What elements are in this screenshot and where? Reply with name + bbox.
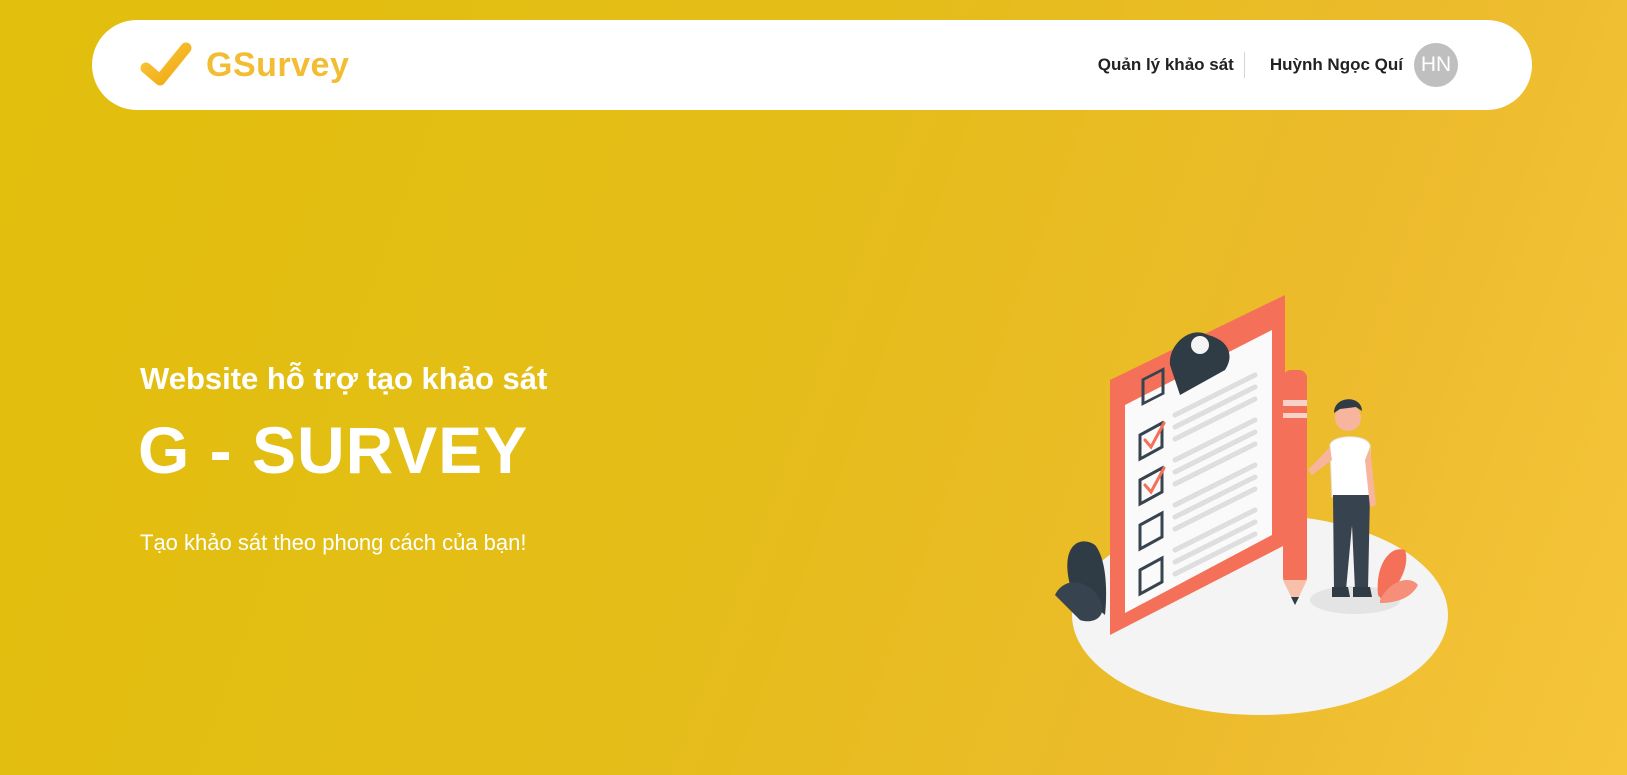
- user-name[interactable]: Huỳnh Ngọc Quí: [1270, 55, 1403, 75]
- survey-clipboard-illustration: [1055, 295, 1448, 715]
- hero-subtitle: Website hỗ trợ tạo khảo sát: [140, 361, 548, 396]
- nav-right-group: Quản lý khảo sát Huỳnh Ngọc Quí HN: [1098, 42, 1458, 88]
- survey-management-link[interactable]: Quản lý khảo sát: [1098, 52, 1245, 78]
- hero-tagline: Tạo khảo sát theo phong cách của bạn!: [140, 530, 527, 555]
- brand-name: GSurvey: [206, 45, 350, 84]
- hero-title: G - SURVEY: [138, 413, 529, 487]
- brand-logo-link[interactable]: GSurvey: [140, 42, 349, 88]
- user-avatar[interactable]: HN: [1414, 43, 1458, 87]
- checkmark-logo-icon: [140, 42, 192, 86]
- top-navbar: GSurvey Quản lý khảo sát Huỳnh Ngọc Quí …: [92, 20, 1532, 110]
